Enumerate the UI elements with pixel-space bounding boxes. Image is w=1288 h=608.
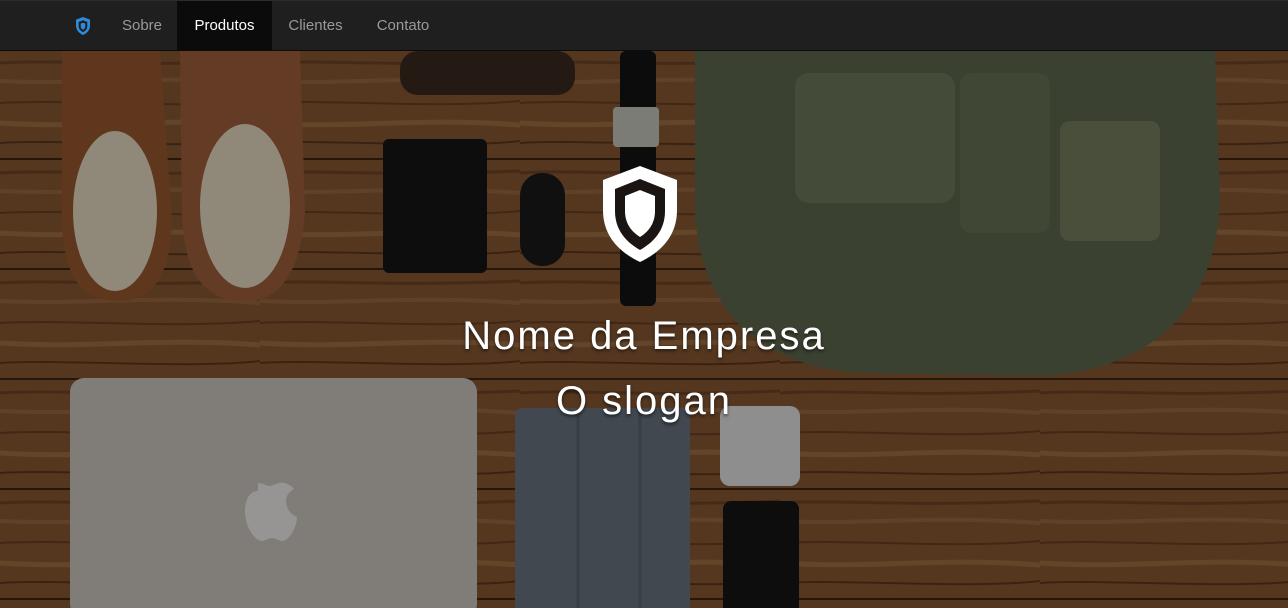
hero-shield-icon [601, 164, 679, 264]
hero-section: Nome da Empresa O slogan [0, 51, 1288, 608]
company-name-heading: Nome da Empresa [462, 314, 826, 358]
shield-icon [76, 17, 90, 35]
brand-logo-link[interactable] [74, 16, 92, 36]
top-navbar: Sobre Produtos Clientes Contato [0, 0, 1288, 51]
nav-item-sobre[interactable]: Sobre [107, 1, 177, 51]
nav-item-clientes[interactable]: Clientes [272, 1, 359, 51]
nav-item-produtos[interactable]: Produtos [177, 1, 272, 51]
nav-item-contato[interactable]: Contato [359, 1, 447, 51]
company-slogan: O slogan [555, 379, 733, 423]
